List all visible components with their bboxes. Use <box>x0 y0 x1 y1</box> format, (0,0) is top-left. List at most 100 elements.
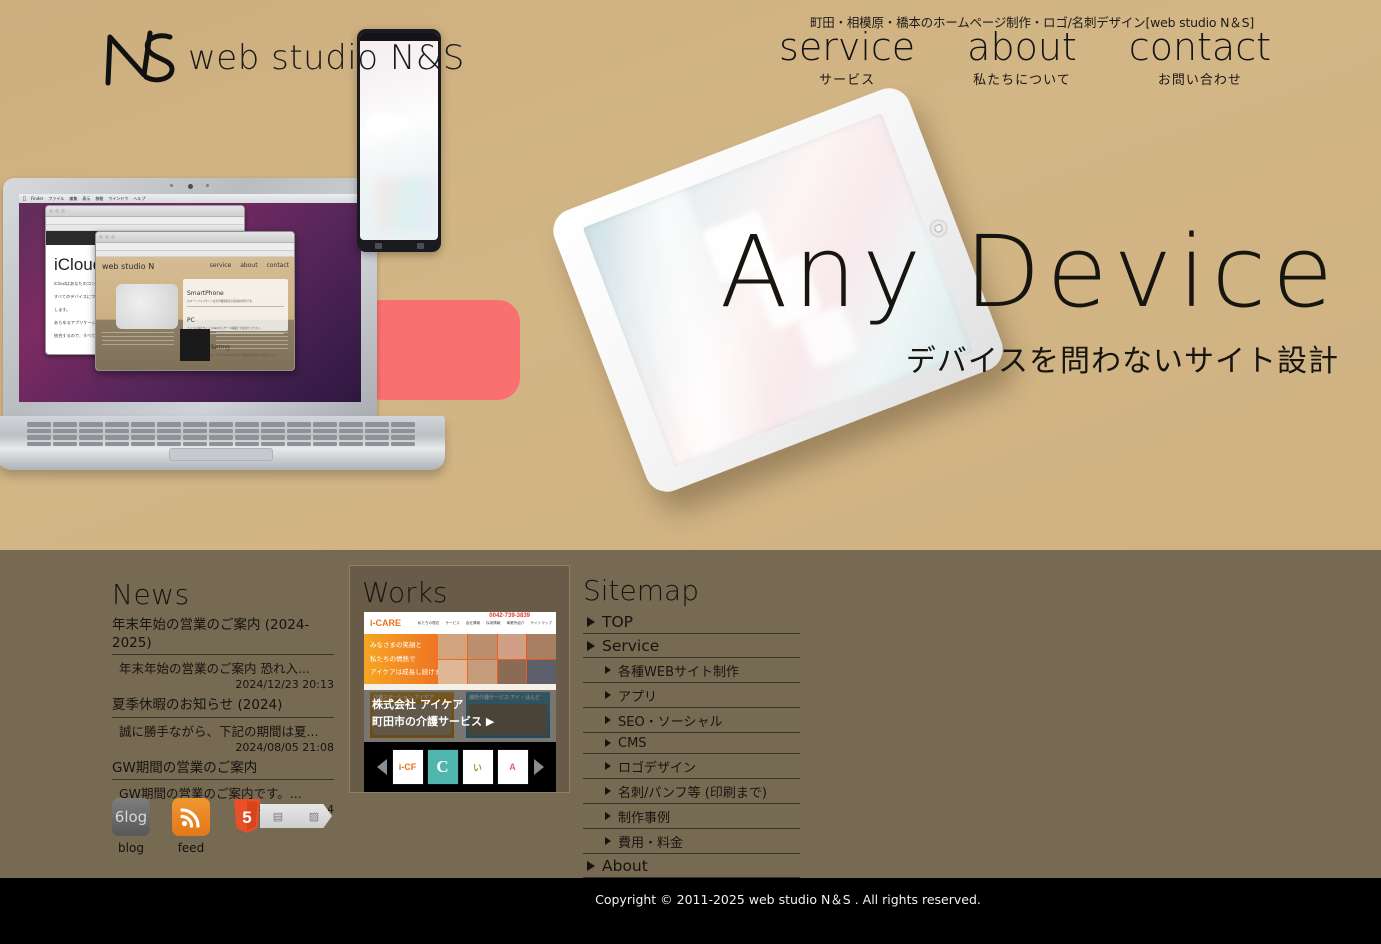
sitemap-item[interactable]: 各種WEBサイト制作 <box>583 658 800 683</box>
menubar-item: 編集 <box>66 195 77 201</box>
browser-window-front: web studio N service about contact Smart… <box>95 231 295 371</box>
sitemap-item-label: About <box>602 856 648 875</box>
nav-label-en: contact <box>1128 25 1271 69</box>
shot-nav-item: service <box>209 262 232 269</box>
blog-badge[interactable]: 6log blog <box>112 798 150 855</box>
footer-bar: Copyright © 2011-2025 web studio N＆S . A… <box>0 878 1381 944</box>
triangle-right-icon <box>605 716 611 724</box>
triangle-right-icon <box>605 812 611 820</box>
html5-badge: 5 ▤ ▨ <box>232 798 332 834</box>
triangle-right-icon <box>587 616 595 627</box>
news-excerpt: 年末年始の営業のご案内 恐れ入... <box>119 661 310 677</box>
works-thumb[interactable]: i-CF <box>391 749 424 785</box>
slide-nav-item: 採用情報 <box>486 621 501 625</box>
mac-menubar:  Finder ファイル 編集 表示 移動 ウインドウ ヘルプ <box>19 194 361 203</box>
hero-section:  Finder ファイル 編集 表示 移動 ウインドウ ヘルプ <box>0 0 1381 550</box>
works-thumb[interactable]: い <box>461 749 494 785</box>
shot-card-title: SmartPhone <box>187 290 224 297</box>
ns-monogram-icon <box>105 30 175 86</box>
sitemap-item[interactable]: SEO・ソーシャル <box>583 708 800 733</box>
nav-label-jp: 私たちについて <box>973 73 1071 88</box>
works-thumb[interactable]: A <box>496 749 529 785</box>
html5-mark: ▤ <box>272 810 284 823</box>
news-headline[interactable]: 年末年始の営業のご案内 (2024-2025) <box>112 617 334 656</box>
sitemap-item[interactable]: CMS <box>583 733 800 754</box>
page-root:  Finder ファイル 編集 表示 移動 ウインドウ ヘルプ <box>0 0 1381 944</box>
triangle-right-icon <box>605 787 611 795</box>
html5-tail-icon: ▤ ▨ <box>260 804 332 828</box>
sitemap-item-label: SEO・ソーシャル <box>618 714 723 730</box>
main-navigation: service サービス about 私たちについて contact お問い合わ… <box>779 28 1271 88</box>
sitemap-item[interactable]: Service <box>583 634 800 658</box>
nav-item-about[interactable]: about 私たちについて <box>967 28 1077 88</box>
works-thumb-label: A <box>509 762 516 772</box>
nav-item-service[interactable]: service サービス <box>779 28 915 88</box>
sitemap-item[interactable]: About <box>583 854 800 878</box>
slide-nav-item: 事業所紹介 <box>506 621 525 625</box>
shot-site-logo: web studio N <box>102 262 155 271</box>
sitemap-item-label: CMS <box>618 735 647 751</box>
menubar-item: Finder <box>28 196 43 201</box>
nav-item-contact[interactable]: contact お問い合わせ <box>1129 28 1271 88</box>
sitemap-item[interactable]: 制作事例 <box>583 804 800 829</box>
feed-badge[interactable]: feed <box>172 798 210 855</box>
footer-content-band: News 年末年始の営業のご案内 (2024-2025) 年末年始の営業のご案内… <box>0 550 1381 944</box>
slide-nav-item: サイトマップ <box>530 621 552 625</box>
logo-wordmark: web studio N&S <box>188 38 465 78</box>
triangle-right-icon <box>587 860 595 871</box>
news-timestamp: 2024/12/23 20:13 <box>235 678 334 692</box>
slide-nav-item: 私たちの理念 <box>417 621 440 625</box>
sitemap-item-label: TOP <box>602 612 634 631</box>
news-item: 夏季休暇のお知らせ (2024) 誠に勝手ながら、下記の期間は夏... 2024… <box>112 697 334 754</box>
slide-caption-line1: 株式会社 アイケア <box>372 698 464 711</box>
menubar-item: ウインドウ <box>105 195 128 201</box>
laptop-base <box>0 416 445 470</box>
news-headline[interactable]: GW期間の営業のご案内 <box>112 760 334 781</box>
blog-glyph: 6log <box>114 808 148 826</box>
shot-card-body: スマートフォンサイトは今や個別対応が必須の時代です。 <box>187 300 255 303</box>
slide-tel: 0042-739-3839 <box>489 613 530 619</box>
news-title: News <box>112 578 190 611</box>
laptop-lid:  Finder ファイル 編集 表示 移動 ウインドウ ヘルプ <box>3 178 377 424</box>
sitemap-item[interactable]: 費用・料金 <box>583 829 800 854</box>
news-excerpt: 誠に勝手ながら、下記の期間は夏... <box>119 723 319 739</box>
sitemap-item-label: 費用・料金 <box>618 835 684 851</box>
menubar-item: 表示 <box>79 195 90 201</box>
site-logo[interactable]: web studio N&S <box>100 27 465 89</box>
menubar-item: 移動 <box>92 195 103 201</box>
html5-mark: ▨ <box>308 810 320 823</box>
nav-label-en: service <box>779 25 916 69</box>
slider-prev-arrow-icon[interactable] <box>375 758 389 776</box>
news-headline[interactable]: 夏季休暇のお知らせ (2024) <box>112 697 334 718</box>
sitemap-item[interactable]: ロゴデザイン <box>583 754 800 779</box>
sitemap-item-label: Service <box>602 636 660 655</box>
sitemap-item[interactable]: アプリ <box>583 683 800 708</box>
sitemap-item[interactable]: 名刺/パンフ等 (印刷まで) <box>583 779 800 804</box>
laptop-screen:  Finder ファイル 編集 表示 移動 ウインドウ ヘルプ <box>19 194 361 402</box>
menubar-item: ファイル <box>45 195 64 201</box>
triangle-right-icon <box>605 666 611 674</box>
blog-label: blog <box>118 841 144 855</box>
nav-label-jp: お問い合わせ <box>1157 73 1242 88</box>
triangle-right-icon <box>605 739 611 747</box>
slide-caption-line2: 町田市の介護サービス ▶ <box>372 715 495 729</box>
works-section: Works i-CARE 0042-739-3839 私たちの理念 サービス 会… <box>349 565 570 793</box>
sitemap-item[interactable]: TOP <box>583 610 800 634</box>
nav-label-jp: サービス <box>819 73 876 88</box>
blog-icon: 6log <box>112 798 150 836</box>
slider-next-arrow-icon[interactable] <box>532 758 546 776</box>
works-slider[interactable]: i-CARE 0042-739-3839 私たちの理念 サービス 会社情報 採用… <box>364 612 556 742</box>
menubar-item: ヘルプ <box>130 195 145 201</box>
slide-site-logo: i-CARE <box>370 618 401 628</box>
html5-shield-icon: 5 <box>232 798 262 834</box>
works-title: Works <box>362 576 448 609</box>
slide-caption: 株式会社 アイケア 町田市の介護サービス ▶ <box>364 690 556 742</box>
sitemap-title: Sitemap <box>583 574 699 607</box>
sitemap-item-label: 名刺/パンフ等 (印刷まで) <box>618 785 767 801</box>
slide-nav-item: 会社情報 <box>465 621 481 625</box>
works-thumb-label: い <box>472 762 482 773</box>
triangle-right-icon <box>605 762 611 770</box>
hero-headline: Any Device デバイスを問わないサイト設計 <box>720 223 1339 380</box>
works-thumb[interactable]: C <box>426 749 459 785</box>
shot-nav-item: contact <box>266 262 289 269</box>
